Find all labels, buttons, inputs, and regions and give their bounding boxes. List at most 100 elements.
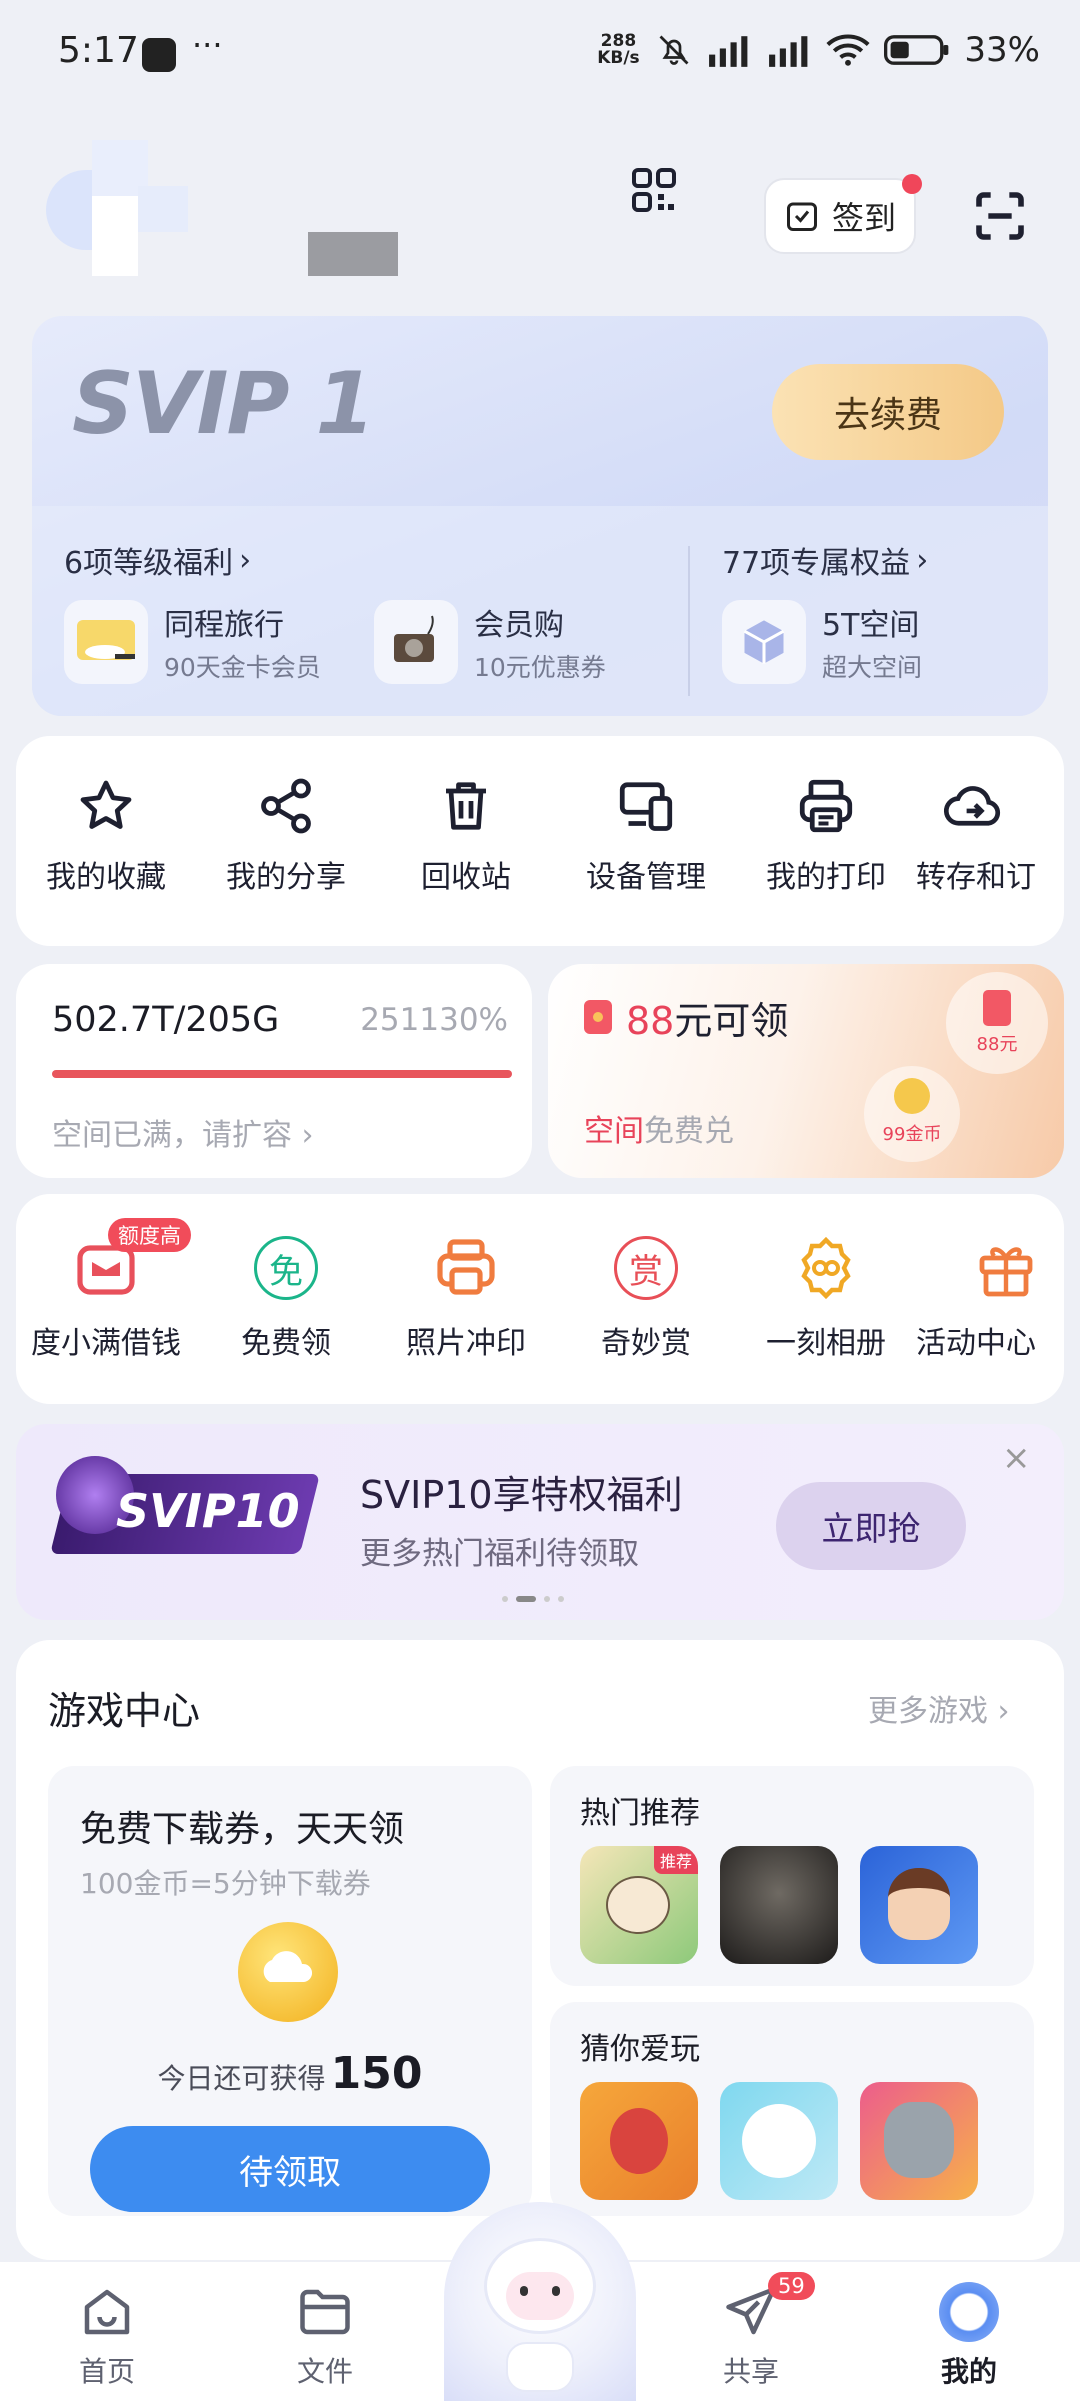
coupon-88-bubble: 88元 bbox=[946, 972, 1048, 1074]
status-right: 288 KB/s 33% bbox=[594, 30, 1040, 70]
photo-print-icon bbox=[434, 1236, 498, 1300]
storage-card[interactable]: 502.7T/205G 251130% 空间已满，请扩容 › bbox=[16, 964, 532, 1178]
renew-button[interactable]: 去续费 bbox=[772, 364, 1004, 460]
signal-icon bbox=[709, 36, 748, 67]
trash-icon bbox=[446, 782, 486, 830]
voucher-title: 免费下载券，天天领 bbox=[80, 1809, 405, 1850]
benefit-item-travel[interactable]: 同程旅行 90天金卡会员 bbox=[64, 600, 321, 684]
battery-icon bbox=[884, 35, 949, 65]
service-album[interactable]: 一刻相册 bbox=[736, 1236, 916, 1362]
checkin-label: 签到 bbox=[831, 199, 896, 237]
tool-transfer-subscribe[interactable]: 转存和订 bbox=[916, 776, 1076, 896]
camera-icon bbox=[374, 600, 458, 684]
level-benefits-link[interactable]: 6项等级福利 › bbox=[64, 538, 251, 582]
red-packet-promo-card[interactable]: 88元可领 空间免费兑 88元 99金币 bbox=[548, 964, 1064, 1178]
svip-card[interactable]: SVIP 1 去续费 6项等级福利 › 77项专属权益 › 同程旅行 90天金卡会员 … bbox=[32, 316, 1048, 716]
tool-favorites[interactable]: 我的收藏 bbox=[16, 776, 196, 896]
service-activity-center[interactable]: 活动中心 bbox=[916, 1236, 1064, 1362]
guess-you-like-title: 猜你爱玩 bbox=[580, 2032, 700, 2067]
game-tile-tom-cat[interactable] bbox=[860, 2082, 978, 2200]
device-icon bbox=[619, 782, 673, 831]
service-loan[interactable]: 度小满借钱 bbox=[16, 1236, 196, 1362]
nav-mine[interactable]: 我的 bbox=[894, 2262, 1044, 2401]
free-icon: 免 bbox=[254, 1236, 318, 1300]
game-center-title: 游戏中心 bbox=[48, 1689, 201, 1733]
promo-amount-line: 88元可领 bbox=[626, 999, 789, 1043]
today-remaining: 今日还可获得 150 bbox=[157, 2048, 423, 2099]
star-icon bbox=[80, 780, 132, 829]
coin-icon bbox=[238, 1922, 338, 2022]
travel-card-icon bbox=[64, 600, 148, 684]
banner-pagination bbox=[502, 1596, 564, 1602]
share-count-badge: 59 bbox=[768, 2272, 815, 2300]
more-games-link[interactable]: 更多游戏 › bbox=[868, 1686, 1010, 1730]
tool-recycle-bin[interactable]: 回收站 bbox=[376, 776, 556, 896]
benefit-item-member-shop[interactable]: 会员购 10元优惠券 bbox=[374, 600, 606, 684]
hot-recommend-title: 热门推荐 bbox=[580, 1796, 700, 1831]
svip-level: SVIP 1 bbox=[72, 354, 375, 454]
checkin-button[interactable]: 签到 bbox=[764, 178, 916, 254]
home-icon bbox=[84, 2289, 130, 2335]
promo-note: 空间免费兑 bbox=[584, 1114, 734, 1149]
storage-expand-link[interactable]: 空间已满，请扩容 › bbox=[52, 1110, 314, 1154]
wifi-icon bbox=[826, 34, 870, 66]
folder-icon bbox=[300, 2289, 350, 2335]
cloud-upload-icon bbox=[943, 786, 1001, 826]
center-mascot-button[interactable] bbox=[444, 2202, 636, 2401]
tool-share[interactable]: 我的分享 bbox=[196, 776, 376, 896]
username-redacted bbox=[308, 232, 398, 276]
tool-device-management[interactable]: 设备管理 bbox=[556, 776, 736, 896]
services-card: 度小满借钱 额度高 免 免费领 照片冲印 赏 奇妙赏 一刻相册 活动中心 bbox=[16, 1194, 1064, 1404]
svip10-badge: SVIP10 bbox=[116, 1484, 300, 1538]
chevron-right-icon: › bbox=[301, 1118, 314, 1153]
qr-code-icon[interactable] bbox=[630, 166, 678, 214]
nav-home[interactable]: 首页 bbox=[32, 2262, 182, 2401]
claim-button[interactable]: 待领取 bbox=[90, 2126, 490, 2212]
game-tile-character[interactable] bbox=[860, 1846, 978, 1964]
gift-icon bbox=[974, 1236, 1038, 1300]
tools-card: 我的收藏 我的分享 回收站 设备管理 我的打印 转存和订 bbox=[16, 736, 1064, 946]
checkin-red-dot bbox=[902, 174, 922, 194]
scan-icon[interactable] bbox=[972, 188, 1028, 244]
svip10-banner[interactable]: SVIP10 SVIP10享特权福利 更多热门福利待领取 立即抢 × bbox=[16, 1424, 1064, 1620]
service-free[interactable]: 免 免费领 bbox=[196, 1236, 376, 1362]
storage-percent: 251130% bbox=[360, 1002, 508, 1038]
calendar-check-icon bbox=[786, 202, 817, 231]
hot-recommend-panel: 热门推荐 推荐 bbox=[550, 1766, 1034, 1986]
game-tile-pig[interactable]: 推荐 bbox=[580, 1846, 698, 1964]
avatar[interactable] bbox=[46, 140, 188, 280]
close-icon[interactable]: × bbox=[1002, 1438, 1031, 1478]
banner-cta-button[interactable]: 立即抢 bbox=[776, 1482, 966, 1570]
game-tile-wukong[interactable] bbox=[720, 1846, 838, 1964]
game-tile-cloud-mascot[interactable] bbox=[720, 2082, 838, 2200]
voucher-subtitle: 100金币=5分钟下载券 bbox=[80, 1867, 371, 1900]
bottom-nav: 首页 文件 共享 59 我的 bbox=[0, 2202, 1080, 2401]
storage-progress-bar bbox=[52, 1070, 512, 1078]
net-speed: 288 KB/s bbox=[597, 31, 640, 68]
signal-icon-2 bbox=[769, 36, 808, 67]
status-bar: 5:17 ··· 288 KB/s 33% bbox=[0, 0, 1080, 110]
nav-share[interactable]: 共享 59 bbox=[676, 2262, 826, 2401]
divider bbox=[688, 546, 690, 696]
chevron-right-icon: › bbox=[239, 542, 252, 578]
printer-icon bbox=[799, 779, 853, 833]
guess-you-like-panel: 猜你爱玩 bbox=[550, 2002, 1034, 2216]
benefit-item-5t-space[interactable]: 5T空间 超大空间 bbox=[722, 600, 922, 684]
profile-icon bbox=[939, 2282, 999, 2342]
game-tile-chicken[interactable] bbox=[580, 2082, 698, 2200]
exclusive-rights-link[interactable]: 77项专属权益 › bbox=[722, 538, 928, 582]
chevron-right-icon: › bbox=[997, 1694, 1010, 1729]
red-packet-icon bbox=[584, 1000, 612, 1034]
status-time: 5:17 bbox=[58, 30, 139, 71]
app-notification-icon bbox=[142, 38, 176, 72]
tool-print[interactable]: 我的打印 bbox=[736, 776, 916, 896]
reward-icon: 赏 bbox=[614, 1236, 678, 1300]
chevron-right-icon: › bbox=[916, 542, 929, 578]
service-reward[interactable]: 赏 奇妙赏 bbox=[556, 1236, 736, 1362]
cube-icon bbox=[722, 600, 806, 684]
album-icon bbox=[794, 1236, 858, 1300]
service-photo-print[interactable]: 照片冲印 bbox=[376, 1236, 556, 1362]
banner-title: SVIP10享特权福利 bbox=[360, 1473, 683, 1517]
nav-files[interactable]: 文件 bbox=[250, 2262, 400, 2401]
game-center-card: 游戏中心 更多游戏 › 免费下载券，天天领 100金币=5分钟下载券 今日还可获… bbox=[16, 1640, 1064, 2260]
